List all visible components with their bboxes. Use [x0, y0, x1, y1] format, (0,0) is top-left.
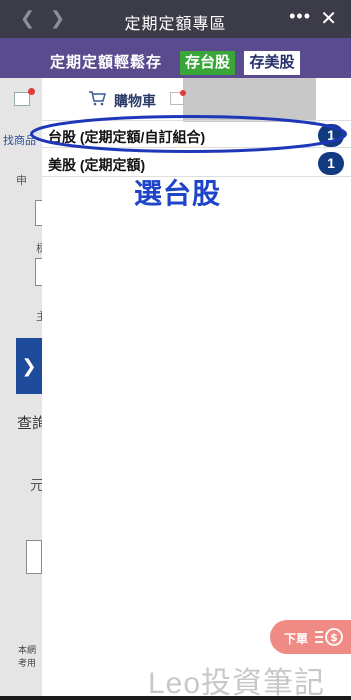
- chevron-right-icon[interactable]: ❯: [16, 338, 42, 394]
- cart-title: 購物車: [114, 93, 156, 109]
- bottom-bar: [0, 696, 351, 700]
- calendar-icon: [14, 92, 30, 106]
- order-button[interactable]: 下單 $: [270, 620, 351, 654]
- money-list-icon: $: [315, 628, 343, 646]
- top-bar: ❮ ❯ 定期定額專區 ••• ✕: [0, 0, 351, 38]
- background-field-3: [26, 540, 42, 574]
- notification-dot: [28, 88, 35, 95]
- close-icon[interactable]: ✕: [320, 6, 337, 31]
- annotation-text: 選台股: [134, 178, 222, 209]
- banner-slogan: 定期定額輕鬆存: [50, 54, 163, 71]
- more-icon[interactable]: •••: [289, 6, 311, 27]
- svg-text:$: $: [330, 631, 338, 644]
- cart-item-count-badge: 1: [318, 152, 344, 175]
- highlight-oval: [30, 115, 347, 153]
- save-tw-stock-button[interactable]: 存台股: [180, 51, 235, 75]
- cart-notification-icon: [170, 90, 186, 105]
- background-footer-1: 本網: [18, 645, 37, 655]
- background-text-1: 申: [16, 175, 27, 187]
- save-us-stock-button[interactable]: 存美股: [244, 51, 300, 75]
- order-button-label: 下單: [284, 632, 309, 646]
- shopping-cart-icon: [89, 91, 106, 106]
- background-footer-2: 考用: [18, 658, 37, 668]
- watermark: Leo投資筆記: [148, 667, 326, 700]
- promo-banner: 定期定額輕鬆存 存台股 存美股: [0, 38, 351, 78]
- cart-item-label: 美股 (定期定額): [48, 157, 146, 173]
- cart-popup: 購物車 台股 (定期定額/自訂組合) 1 美股 (定期定額) 1: [42, 78, 351, 696]
